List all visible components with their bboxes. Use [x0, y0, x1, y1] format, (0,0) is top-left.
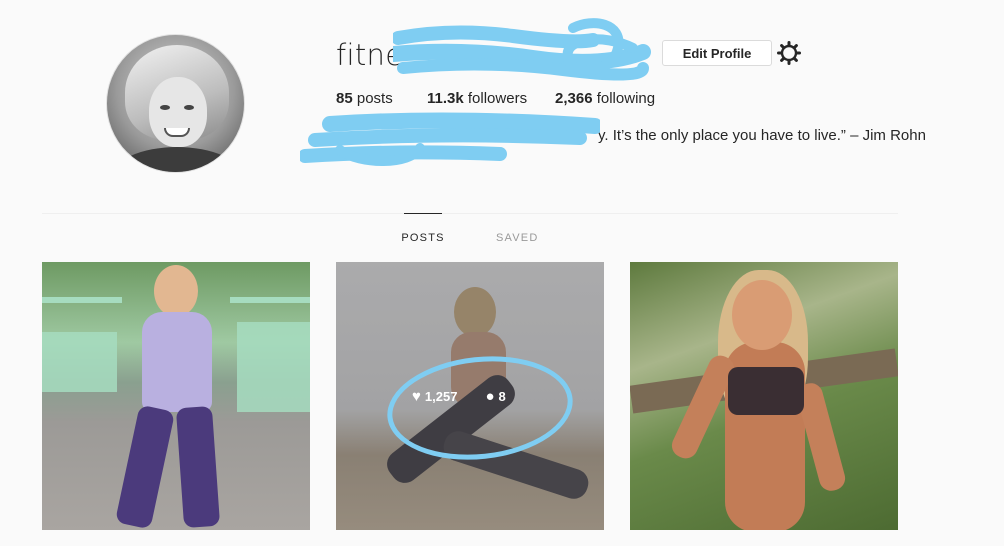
profile-stats: 85 posts 11.3k followers 2,366 following	[336, 90, 655, 107]
bridge-rail	[237, 322, 310, 412]
person-swimsuit-top	[728, 367, 804, 415]
person-leg	[114, 404, 176, 530]
profile-avatar[interactable]	[106, 34, 245, 173]
stat-following[interactable]: 2,366 following	[555, 90, 655, 107]
redaction-scribble-username	[393, 18, 651, 81]
stat-followers[interactable]: 11.3k followers	[427, 90, 555, 107]
post-thumbnail[interactable]	[42, 262, 310, 530]
person-top	[142, 312, 212, 412]
person-head	[154, 265, 198, 317]
bridge-rail	[230, 297, 310, 303]
edit-profile-button[interactable]: Edit Profile	[662, 40, 772, 66]
redaction-scribble-bio	[300, 112, 600, 166]
person-leg	[175, 405, 221, 529]
gear-icon[interactable]	[777, 41, 801, 65]
bridge-rail	[42, 297, 122, 303]
tab-saved[interactable]: SAVED	[496, 213, 538, 248]
person-head	[732, 280, 792, 350]
avatar-eye	[160, 105, 170, 110]
profile-bio: y. It’s the only place you have to live.…	[598, 127, 926, 144]
tab-posts[interactable]: POSTS	[401, 213, 443, 248]
avatar-shoulder	[112, 147, 242, 172]
stat-posts: 85 posts	[336, 90, 393, 107]
bridge-rail	[42, 332, 117, 392]
post-thumbnail[interactable]	[630, 262, 898, 530]
profile-tabs: POSTS SAVED	[401, 213, 538, 248]
avatar-eye	[184, 105, 194, 110]
